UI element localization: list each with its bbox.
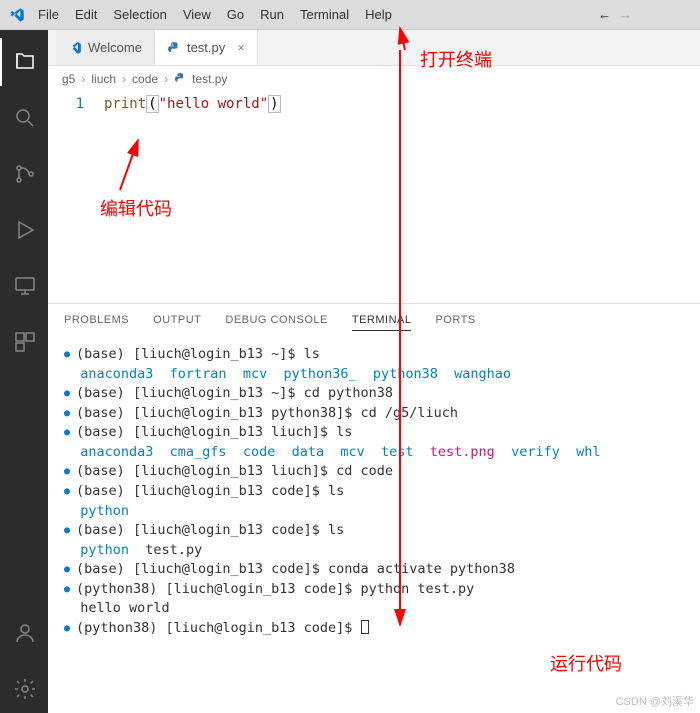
run-debug-icon[interactable] [0, 206, 48, 254]
nav-forward-icon[interactable]: → [619, 7, 632, 22]
terminal-line: anaconda3 cma_gfs code data mcv test tes… [64, 443, 684, 463]
extensions-icon[interactable] [0, 318, 48, 366]
python-icon [174, 72, 186, 87]
prompt-bullet-icon: ● [64, 564, 76, 575]
terminal-line: ● (base) [liuch@login_b13 python38]$ cd … [64, 404, 684, 424]
menu-view[interactable]: View [175, 3, 219, 26]
terminal-line: ● (base) [liuch@login_b13 ~]$ cd python3… [64, 384, 684, 404]
vscode-logo-icon [8, 6, 26, 24]
terminal-line: anaconda3 fortran mcv python36_ python38… [64, 365, 684, 385]
chevron-right-icon: › [122, 72, 126, 86]
watermark: CSDN @刘溪华 [616, 693, 694, 709]
code-content: print("hello world") [104, 96, 281, 112]
tab-welcome[interactable]: Welcome [56, 30, 155, 65]
menubar: FileEditSelectionViewGoRunTerminalHelp ←… [0, 0, 700, 30]
terminal-line: ● (base) [liuch@login_b13 code]$ ls [64, 482, 684, 502]
terminal-line: ● (base) [liuch@login_b13 ~]$ ls [64, 345, 684, 365]
terminal-line: ● (base) [liuch@login_b13 code]$ conda a… [64, 560, 684, 580]
terminal-line: python [64, 502, 684, 522]
menu-help[interactable]: Help [357, 3, 400, 26]
tab-label: Welcome [88, 40, 142, 55]
chevron-right-icon: › [164, 72, 168, 86]
terminal-line: ● (base) [liuch@login_b13 liuch]$ ls [64, 423, 684, 443]
nav-arrows: ← → [598, 7, 692, 22]
breadcrumb-item[interactable]: code [132, 72, 158, 86]
menu-terminal[interactable]: Terminal [292, 3, 357, 26]
terminal[interactable]: ● (base) [liuch@login_b13 ~]$ ls anacond… [48, 341, 700, 713]
breadcrumb-item[interactable]: g5 [62, 72, 75, 86]
terminal-line: hello world [64, 599, 684, 619]
panel-tab-terminal[interactable]: TERMINAL [352, 314, 412, 331]
terminal-line: ● (python38) [liuch@login_b13 code]$ pyt… [64, 580, 684, 600]
editor-tabs: Welcome test.py × [48, 30, 700, 66]
activity-bar [0, 30, 48, 713]
panel-tabs: PROBLEMS OUTPUT DEBUG CONSOLE TERMINAL PORTS [48, 304, 700, 341]
prompt-bullet-icon: ● [64, 427, 76, 438]
settings-gear-icon[interactable] [0, 665, 48, 713]
menu-selection[interactable]: Selection [105, 3, 174, 26]
terminal-line: python test.py [64, 541, 684, 561]
prompt-bullet-icon: ● [64, 408, 76, 419]
panel-tab-output[interactable]: OUTPUT [153, 314, 201, 331]
tab-test-py[interactable]: test.py × [155, 30, 258, 65]
prompt-bullet-icon: ● [64, 466, 76, 477]
terminal-line: ● (base) [liuch@login_b13 liuch]$ cd cod… [64, 462, 684, 482]
panel-tab-ports[interactable]: PORTS [435, 314, 475, 331]
vscode-icon [68, 41, 82, 55]
line-number: 1 [48, 96, 104, 112]
menu-edit[interactable]: Edit [67, 3, 105, 26]
menu-items: FileEditSelectionViewGoRunTerminalHelp [30, 3, 400, 26]
account-icon[interactable] [0, 609, 48, 657]
menu-go[interactable]: Go [219, 3, 252, 26]
search-icon[interactable] [0, 94, 48, 142]
terminal-line: ● (base) [liuch@login_b13 code]$ ls [64, 521, 684, 541]
tab-label: test.py [187, 40, 225, 55]
remote-icon[interactable] [0, 262, 48, 310]
python-icon [167, 41, 181, 55]
close-icon[interactable]: × [237, 40, 245, 55]
nav-back-icon[interactable]: ← [598, 7, 611, 22]
source-control-icon[interactable] [0, 150, 48, 198]
prompt-bullet-icon: ● [64, 349, 76, 360]
prompt-bullet-icon: ● [64, 623, 76, 634]
terminal-line: ● (python38) [liuch@login_b13 code]$ [64, 619, 684, 639]
breadcrumb[interactable]: g5 › liuch › code › test.py [48, 66, 700, 92]
terminal-cursor [361, 620, 369, 634]
panel-tab-debug-console[interactable]: DEBUG CONSOLE [225, 314, 327, 331]
chevron-right-icon: › [81, 72, 85, 86]
explorer-icon[interactable] [0, 38, 48, 86]
code-editor[interactable]: 1 print("hello world") [48, 92, 700, 116]
prompt-bullet-icon: ● [64, 525, 76, 536]
prompt-bullet-icon: ● [64, 486, 76, 497]
prompt-bullet-icon: ● [64, 584, 76, 595]
breadcrumb-item[interactable]: liuch [91, 72, 116, 86]
breadcrumb-item[interactable]: test.py [192, 72, 227, 86]
menu-run[interactable]: Run [252, 3, 292, 26]
prompt-bullet-icon: ● [64, 388, 76, 399]
panel: PROBLEMS OUTPUT DEBUG CONSOLE TERMINAL PORTS… [48, 303, 700, 713]
menu-file[interactable]: File [30, 3, 67, 26]
panel-tab-problems[interactable]: PROBLEMS [64, 314, 129, 331]
